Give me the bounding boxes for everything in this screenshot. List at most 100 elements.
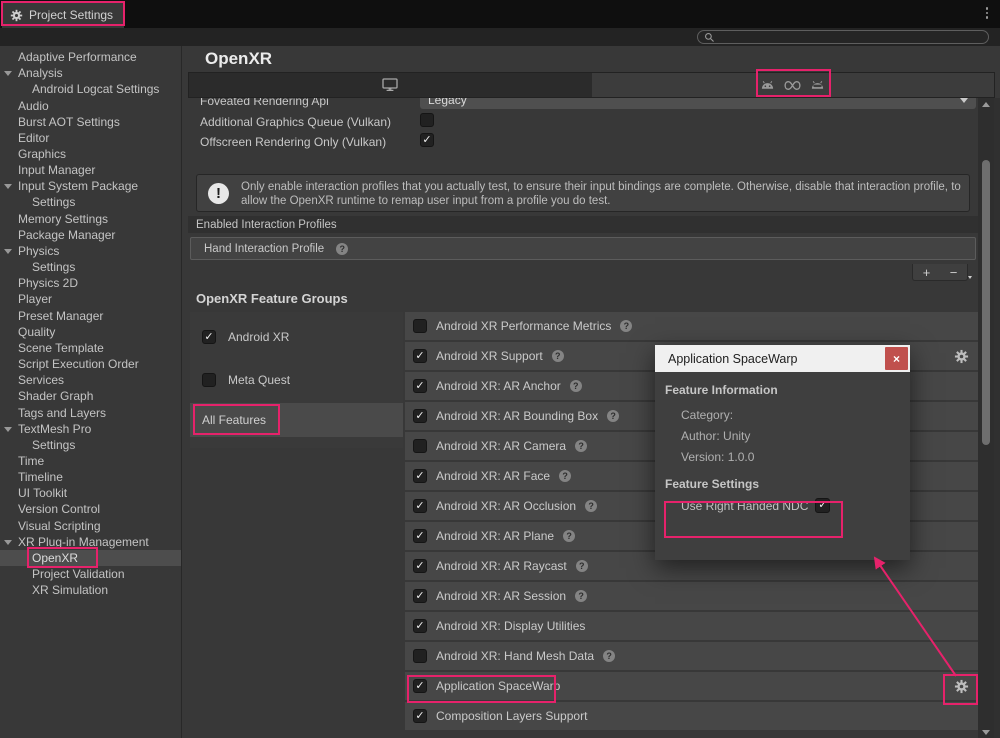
scroll-up-button[interactable] (978, 98, 994, 110)
foveated-rendering-api-dropdown[interactable]: Legacy (420, 98, 976, 109)
checkbox[interactable]: ✓ (413, 649, 427, 663)
additional-graphics-queue-checkbox[interactable]: ✓ (420, 113, 434, 127)
sidebar-item-services[interactable]: Services (0, 372, 181, 388)
question-mark-icon[interactable]: ? (336, 243, 348, 255)
group-row-android-xr[interactable]: ✓Android XR (190, 324, 403, 350)
feature-row-android-xr-display-utilities[interactable]: ✓Android XR: Display Utilities (405, 612, 978, 640)
checkbox[interactable]: ✓ (413, 499, 427, 513)
sidebar-item-package-manager[interactable]: Package Manager (0, 227, 181, 243)
sidebar-item-shader-graph[interactable]: Shader Graph (0, 388, 181, 404)
feature-label: Android XR: AR Bounding Box (436, 409, 598, 423)
sidebar-item-memory-settings[interactable]: Memory Settings (0, 211, 181, 227)
question-mark-icon[interactable]: ? (575, 440, 587, 452)
sidebar-item-analysis[interactable]: Analysis (0, 65, 181, 81)
gear-icon[interactable] (954, 349, 969, 364)
search-input[interactable] (719, 32, 982, 43)
popup-title: Application SpaceWarp (668, 352, 797, 366)
checkbox[interactable]: ✓ (413, 529, 427, 543)
checkbox[interactable]: ✓ (413, 679, 427, 693)
kebab-menu-icon[interactable] (986, 7, 989, 19)
sidebar-item-xr-plug-in-management[interactable]: XR Plug-in Management (0, 534, 181, 550)
sidebar-item-script-execution-order[interactable]: Script Execution Order (0, 356, 181, 372)
expander-icon[interactable] (4, 249, 12, 254)
sidebar-item-version-control[interactable]: Version Control (0, 501, 181, 517)
sidebar-item-burst-aot-settings[interactable]: Burst AOT Settings (0, 114, 181, 130)
feature-row-android-xr-performance-metrics[interactable]: ✓Android XR Performance Metrics? (405, 312, 978, 340)
sidebar-item-player[interactable]: Player (0, 291, 181, 307)
offscreen-rendering-only-checkbox[interactable]: ✓ (420, 133, 434, 147)
sidebar-item-input-system-package[interactable]: Input System Package (0, 178, 181, 194)
scrollbar-thumb[interactable] (982, 160, 990, 445)
checkbox[interactable]: ✓ (413, 409, 427, 423)
sidebar-item-scene-template[interactable]: Scene Template (0, 340, 181, 356)
feature-row-android-xr-ar-session[interactable]: ✓Android XR: AR Session? (405, 582, 978, 610)
project-settings-tab[interactable]: Project Settings (2, 2, 124, 28)
search-box[interactable] (697, 30, 989, 44)
feature-settings-button[interactable] (954, 679, 969, 694)
question-mark-icon[interactable]: ? (575, 590, 587, 602)
sidebar-item-editor[interactable]: Editor (0, 130, 181, 146)
checkbox[interactable]: ✓ (413, 469, 427, 483)
checkbox[interactable]: ✓ (413, 589, 427, 603)
checkbox[interactable]: ✓ (413, 559, 427, 573)
sidebar-item-settings[interactable]: Settings (0, 259, 181, 275)
checkbox[interactable]: ✓ (413, 619, 427, 633)
question-mark-icon[interactable]: ? (559, 470, 571, 482)
feature-row-android-xr-hand-mesh-data[interactable]: ✓Android XR: Hand Mesh Data? (405, 642, 978, 670)
checkbox[interactable]: ✓ (202, 330, 216, 344)
feature-settings-button[interactable] (954, 349, 969, 364)
scrollbar[interactable] (978, 98, 994, 738)
sidebar-item-settings[interactable]: Settings (0, 194, 181, 210)
sidebar-item-preset-manager[interactable]: Preset Manager (0, 308, 181, 324)
sidebar-item-textmesh-pro[interactable]: TextMesh Pro (0, 421, 181, 437)
sidebar-item-ui-toolkit[interactable]: UI Toolkit (0, 485, 181, 501)
checkbox[interactable]: ✓ (413, 439, 427, 453)
scroll-down-button[interactable] (978, 726, 994, 738)
question-mark-icon[interactable]: ? (620, 320, 632, 332)
sidebar-item-openxr[interactable]: OpenXR (0, 550, 181, 566)
sidebar-item-adaptive-performance[interactable]: Adaptive Performance (0, 49, 181, 65)
checkbox[interactable]: ✓ (413, 709, 427, 723)
use-right-handed-ndc-checkbox[interactable]: ✓ (815, 498, 830, 513)
all-features-item[interactable]: All Features (190, 403, 403, 437)
question-mark-icon[interactable]: ? (576, 560, 588, 572)
feature-row-application-spacewarp[interactable]: ✓Application SpaceWarp (405, 672, 978, 700)
sidebar-item-android-logcat-settings[interactable]: Android Logcat Settings (0, 81, 181, 97)
sidebar-item-settings[interactable]: Settings (0, 437, 181, 453)
expander-icon[interactable] (4, 71, 12, 76)
checkbox[interactable]: ✓ (413, 379, 427, 393)
sidebar-item-physics-2d[interactable]: Physics 2D (0, 275, 181, 291)
sidebar-item-project-validation[interactable]: Project Validation (0, 566, 181, 582)
sidebar-item-input-manager[interactable]: Input Manager (0, 162, 181, 178)
checkbox[interactable]: ✓ (413, 319, 427, 333)
sidebar-item-quality[interactable]: Quality (0, 324, 181, 340)
question-mark-icon[interactable]: ? (603, 650, 615, 662)
checkbox[interactable]: ✓ (202, 373, 216, 387)
sidebar-item-graphics[interactable]: Graphics (0, 146, 181, 162)
tab-android-xr[interactable] (592, 73, 995, 97)
sidebar-item-timeline[interactable]: Timeline (0, 469, 181, 485)
close-button[interactable]: × (885, 347, 908, 370)
question-mark-icon[interactable]: ? (552, 350, 564, 362)
question-mark-icon[interactable]: ? (585, 500, 597, 512)
sidebar-item-xr-simulation[interactable]: XR Simulation (0, 582, 181, 598)
question-mark-icon[interactable]: ? (607, 410, 619, 422)
sidebar-item-physics[interactable]: Physics (0, 243, 181, 259)
add-profile-button[interactable]: + (923, 265, 931, 280)
expander-icon[interactable] (4, 540, 12, 545)
sidebar-item-tags-and-layers[interactable]: Tags and Layers (0, 404, 181, 420)
question-mark-icon[interactable]: ? (570, 380, 582, 392)
sidebar-item-visual-scripting[interactable]: Visual Scripting (0, 518, 181, 534)
checkbox[interactable]: ✓ (413, 349, 427, 363)
gear-icon[interactable] (954, 679, 969, 694)
remove-profile-button[interactable]: − (950, 265, 958, 280)
expander-icon[interactable] (4, 184, 12, 189)
group-row-meta-quest[interactable]: ✓Meta Quest (190, 367, 403, 393)
feature-row-composition-layers-support[interactable]: ✓Composition Layers Support (405, 702, 978, 730)
expander-icon[interactable] (4, 427, 12, 432)
tab-desktop[interactable] (189, 73, 592, 97)
question-mark-icon[interactable]: ? (563, 530, 575, 542)
sidebar-item-audio[interactable]: Audio (0, 97, 181, 113)
hand-interaction-profile-row[interactable]: Hand Interaction Profile ? (190, 237, 976, 260)
sidebar-item-time[interactable]: Time (0, 453, 181, 469)
